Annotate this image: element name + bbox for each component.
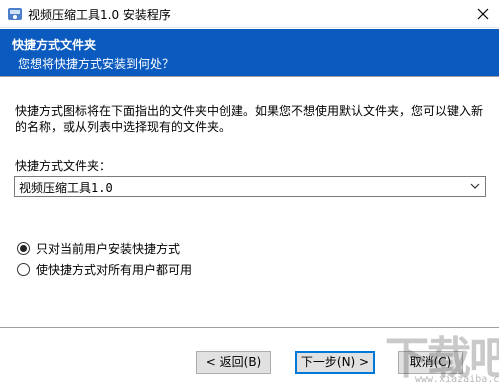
title-bar: 视频压缩工具1.0 安装程序: [0, 0, 499, 28]
chevron-down-icon[interactable]: [470, 183, 480, 190]
footer-divider: [0, 327, 499, 329]
window-title: 视频压缩工具1.0 安装程序: [28, 8, 171, 22]
shortcut-folder-label: 快捷方式文件夹：: [15, 159, 112, 173]
watermark-url: www.xiazaiba.com: [415, 374, 499, 385]
header-subtitle: 您想将快捷方式安装到何处？: [18, 57, 175, 71]
header-divider: [0, 76, 499, 78]
radio-button[interactable]: [17, 241, 30, 255]
radio-current-user-label[interactable]: 只对当前用户安装快捷方式: [36, 240, 180, 257]
cancel-button[interactable]: 取消(C): [398, 351, 463, 374]
next-button[interactable]: 下一步(N) >: [295, 351, 375, 374]
radio-current-user[interactable]: 只对当前用户安装快捷方式: [17, 240, 180, 256]
installer-app-icon: [8, 8, 22, 20]
instructions-text: 快捷方式图标将在下面指出的文件夹中创建。如果您不想使用默认文件夹，您可以键入新的…: [15, 104, 484, 134]
shortcut-folder-value[interactable]: 视频压缩工具1.0: [19, 179, 113, 196]
close-icon[interactable]: [473, 4, 493, 24]
radio-all-users[interactable]: 使快捷方式对所有用户都可用: [17, 261, 192, 277]
radio-button[interactable]: [17, 262, 30, 276]
shortcut-folder-combobox[interactable]: 视频压缩工具1.0: [14, 176, 486, 197]
back-button[interactable]: < 返回(B): [196, 351, 271, 374]
header-title: 快捷方式文件夹: [12, 38, 97, 52]
radio-all-users-label[interactable]: 使快捷方式对所有用户都可用: [36, 261, 192, 278]
